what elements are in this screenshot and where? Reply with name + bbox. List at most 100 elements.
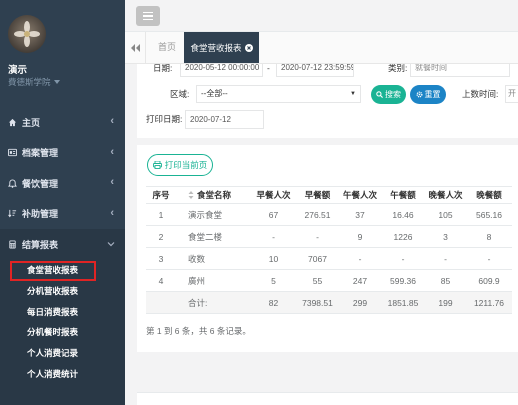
sidebar-item-label: 档案管理 <box>22 148 59 159</box>
cell-index <box>146 291 176 314</box>
table-row[interactable]: 2 食堂二楼 - - 9 1226 3 8 <box>146 225 512 248</box>
cell-breakfast-amount: 7067 <box>296 247 339 270</box>
search-button-label: 搜索 <box>385 90 401 99</box>
column-header-index[interactable]: 序号 <box>146 186 176 204</box>
print-page-button[interactable]: 打印当前页 <box>147 154 213 176</box>
home-icon <box>8 118 17 127</box>
chevron-down-icon <box>107 240 115 248</box>
table-row[interactable]: 3 收数 10 7067 - - - - <box>146 247 512 270</box>
sidebar-item-home[interactable]: 主页 ‹ <box>0 107 125 138</box>
cell-lunch-amount: - <box>381 247 425 270</box>
total-breakfast-count: 82 <box>251 291 296 314</box>
upload-time-label: 上数时间: <box>462 89 499 99</box>
total-dinner-amount: 1211.76 <box>466 291 512 314</box>
tab-scroll-left-button[interactable] <box>125 32 146 63</box>
cell-breakfast-count: 10 <box>251 247 296 270</box>
double-left-arrow-icon <box>130 43 140 52</box>
sidebar-item-archives[interactable]: 档案管理 ‹ <box>0 138 125 169</box>
cell-lunch-amount: 1226 <box>381 225 425 248</box>
total-dinner-count: 199 <box>425 291 466 314</box>
column-header-lunch-count[interactable]: 午餐人次 <box>339 186 381 204</box>
sidebar-menu: 主页 ‹ 档案管理 ‹ 餐饮管理 ‹ 补助管理 ‹ 结算报表 <box>0 107 125 260</box>
column-header-label: 食堂名称 <box>197 190 232 200</box>
cell-dinner-amount: - <box>466 247 512 270</box>
reset-button-label: 重置 <box>424 90 441 99</box>
total-label: 合计: <box>176 291 251 314</box>
top-navbar <box>125 0 518 32</box>
sidebar-item-reports[interactable]: 结算报表 <box>0 229 125 260</box>
sort-icon <box>188 191 194 199</box>
total-lunch-amount: 1851.85 <box>381 291 425 314</box>
column-header-breakfast-count[interactable]: 早餐人次 <box>251 186 296 204</box>
date-label: 日期: <box>153 64 173 73</box>
search-icon <box>376 91 383 98</box>
cell-canteen-name: 收数 <box>176 247 251 270</box>
reset-button[interactable]: 重置 <box>410 85 446 104</box>
caret-down-icon: ▼ <box>350 91 356 97</box>
area-select[interactable]: --全部-- ▼ <box>196 85 361 103</box>
tab-home[interactable]: 首页 <box>158 32 176 63</box>
category-input[interactable]: 就餐时间 <box>410 64 510 77</box>
cell-canteen-name: 廣州 <box>176 269 251 292</box>
cell-index: 2 <box>146 225 176 248</box>
tab-canteen-revenue[interactable]: 食堂营收报表 <box>184 32 259 63</box>
cell-breakfast-count: 5 <box>251 269 296 292</box>
cell-lunch-count: 37 <box>339 203 381 226</box>
sidebar-item-label: 餐饮管理 <box>22 178 59 189</box>
user-name: 演示 <box>8 65 28 76</box>
user-org-dropdown[interactable]: 費德斯学院 <box>8 76 60 88</box>
cell-breakfast-amount: 276.51 <box>296 203 339 226</box>
cell-index: 4 <box>146 269 176 292</box>
close-icon[interactable] <box>244 43 253 52</box>
cell-breakfast-count: - <box>251 225 296 248</box>
cell-breakfast-amount: 55 <box>296 269 339 292</box>
cell-lunch-amount: 16.46 <box>381 203 425 226</box>
sidebar-item-subsidy[interactable]: 补助管理 ‹ <box>0 199 125 230</box>
column-header-canteen-name[interactable]: 食堂名称 <box>176 186 251 204</box>
column-header-dinner-amount[interactable]: 晚餐额 <box>466 186 512 204</box>
cell-breakfast-amount: - <box>296 225 339 248</box>
print-page-label: 打印当前页 <box>164 160 208 170</box>
cell-canteen-name: 演示食堂 <box>176 203 251 226</box>
printer-icon <box>152 161 162 169</box>
upload-time-input[interactable]: 开 <box>505 85 518 103</box>
cell-lunch-count: 9 <box>339 225 381 248</box>
column-header-lunch-amount[interactable]: 午餐额 <box>381 186 425 204</box>
column-header-dinner-count[interactable]: 晚餐人次 <box>425 186 466 204</box>
print-date-input[interactable]: 2020-07-12 <box>185 110 264 129</box>
date-end-input[interactable]: 2020-07-12 23:59:59 <box>276 64 354 77</box>
total-breakfast-amount: 7398.51 <box>296 291 339 314</box>
search-button[interactable]: 搜索 <box>371 85 406 104</box>
cell-dinner-amount: 8 <box>466 225 512 248</box>
table-row[interactable]: 4 廣州 5 55 247 599.36 85 609.9 <box>146 269 512 292</box>
total-lunch-count: 299 <box>339 291 381 314</box>
secondary-card <box>137 392 518 405</box>
cell-lunch-count: 247 <box>339 269 381 292</box>
cell-dinner-count: - <box>425 247 466 270</box>
caret-down-icon <box>53 80 60 84</box>
cell-dinner-count: 105 <box>425 203 466 226</box>
sidebar-subitem-terminal-revenue[interactable]: 分机营收报表 <box>0 281 125 302</box>
hamburger-menu-button[interactable] <box>136 6 160 26</box>
cell-dinner-count: 85 <box>425 269 466 292</box>
sidebar-subitem-terminal-meal[interactable]: 分机餐时报表 <box>0 322 125 343</box>
sidebar-subitem-personal-stats[interactable]: 个人消费统计 <box>0 364 125 385</box>
tab-label: 食堂营收报表 <box>190 42 242 53</box>
chevron-left-icon: ‹ <box>110 115 114 127</box>
sidebar-subitem-personal-records[interactable]: 个人消费记录 <box>0 343 125 364</box>
sidebar-item-catering[interactable]: 餐饮管理 ‹ <box>0 168 125 199</box>
bell-icon <box>8 179 17 188</box>
tab-bar: 首页 食堂营收报表 <box>125 32 518 64</box>
sidebar-subitem-daily-consumption[interactable]: 每日消费报表 <box>0 302 125 323</box>
cell-canteen-name: 食堂二楼 <box>176 225 251 248</box>
column-header-breakfast-amount[interactable]: 早餐额 <box>296 186 339 204</box>
avatar[interactable] <box>8 15 46 53</box>
hamburger-icon <box>143 11 153 14</box>
area-select-value: --全部-- <box>201 89 228 98</box>
table-row[interactable]: 1 演示食堂 67 276.51 37 16.46 105 565.16 <box>146 203 512 226</box>
sidebar-item-label: 结算报表 <box>22 239 59 250</box>
sort-amount-icon <box>8 209 17 218</box>
chevron-left-icon: ‹ <box>110 145 114 158</box>
date-start-input[interactable]: 2020-05-12 00:00:00 <box>180 64 263 77</box>
filter-panel: 日期: 2020-05-12 00:00:00 - 2020-07-12 23:… <box>137 64 518 138</box>
